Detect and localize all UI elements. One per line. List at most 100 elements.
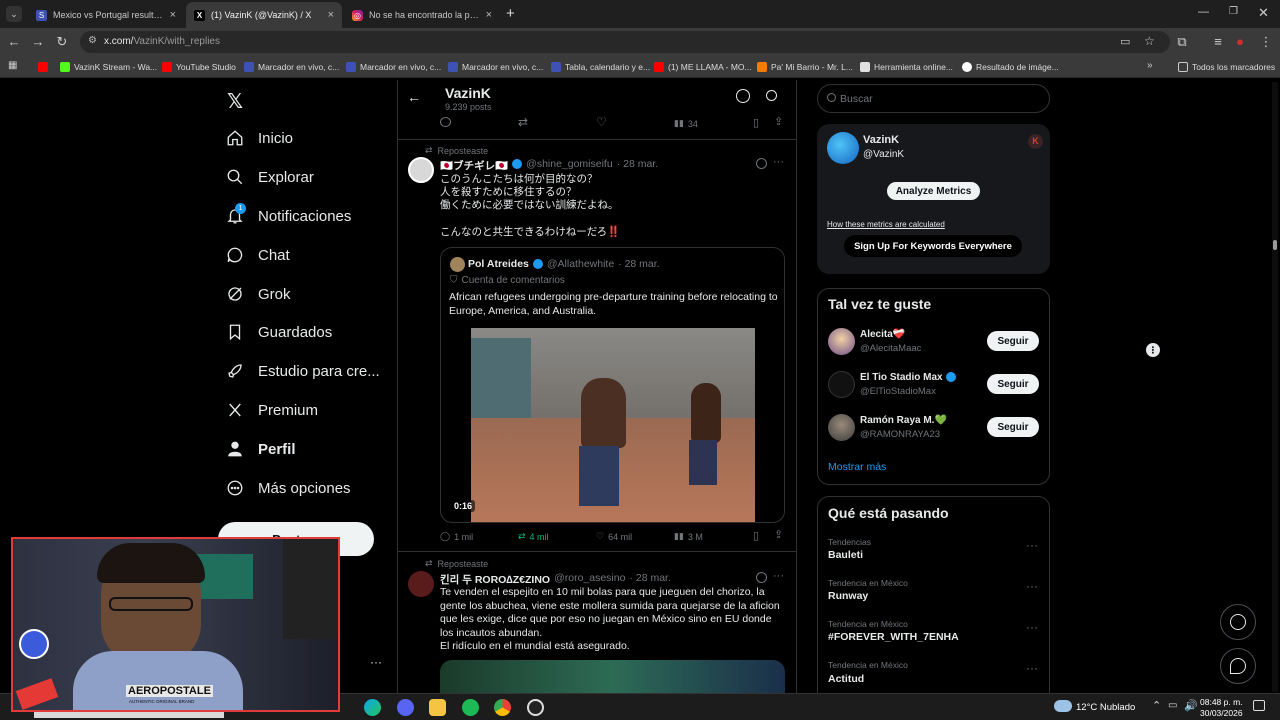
spotify-icon[interactable] — [462, 699, 479, 716]
cast-icon[interactable]: ▭ — [1120, 35, 1130, 48]
close-tab-icon[interactable]: × — [170, 9, 176, 21]
repost-icon[interactable]: ⇄ — [518, 115, 528, 129]
more-options-icon[interactable]: ··· — [1026, 538, 1038, 552]
grok-icon[interactable] — [756, 572, 767, 583]
share-icon[interactable]: ⇪ — [774, 115, 783, 128]
bookmark-item[interactable]: VazinK Stream - Wa... — [60, 60, 157, 74]
chat-float-button[interactable] — [1220, 648, 1256, 684]
author-handle[interactable]: @roro_asesino — [554, 572, 625, 587]
weather-text[interactable]: 12°C Nublado — [1076, 702, 1135, 713]
nav-chat[interactable]: Chat — [226, 246, 290, 264]
bookmark-item[interactable]: Marcador en vivo, c... — [244, 60, 339, 74]
x-logo-icon[interactable]: 𝕏 — [227, 89, 243, 114]
signup-keywords-button[interactable]: Sign Up For Keywords Everywhere — [844, 235, 1022, 257]
follow-button[interactable]: Seguir — [987, 331, 1039, 351]
nav-explorar[interactable]: Explorar — [226, 168, 314, 186]
share-icon[interactable]: ⇪ — [774, 528, 783, 541]
tab-mexico-portugal[interactable]: S Mexico vs Portugal resultados en × — [28, 2, 184, 28]
address-bar[interactable]: ⚙ x.com/VazinK/with_replies ▭ ☆ — [80, 31, 1170, 53]
nav-estudio[interactable]: Estudio para cre... — [226, 362, 380, 380]
bookmark-icon[interactable]: ▯ — [753, 529, 759, 542]
trend-name[interactable]: #FOREVER_WITH_7ENHA — [828, 631, 959, 643]
grok-float-button[interactable] — [1220, 604, 1256, 640]
bookmark-item[interactable]: (1) ME LLAMA - MO... — [654, 60, 752, 74]
avatar[interactable] — [408, 571, 434, 597]
site-info-icon[interactable]: ⚙ — [88, 35, 97, 46]
tab-search-button[interactable]: ⌄ — [6, 6, 22, 22]
network-icon[interactable]: ▭ — [1168, 700, 1177, 711]
more-options-icon[interactable]: ··· — [1026, 620, 1038, 634]
file-explorer-icon[interactable] — [429, 699, 446, 716]
reply-icon[interactable] — [440, 117, 451, 127]
analyze-metrics-button[interactable]: Analyze Metrics — [887, 182, 980, 200]
post-date[interactable]: · 28 mar. — [629, 572, 670, 587]
scrollbar-thumb[interactable] — [1273, 240, 1277, 250]
account-more-icon[interactable]: ··· — [370, 655, 382, 669]
post-date[interactable]: · 28 mar. — [617, 158, 658, 173]
suggestion-name[interactable]: Alecita❤️‍🩹 — [860, 329, 905, 340]
quoted-post[interactable]: Pol Atreides @Allathewhite · 28 mar. ⛉ Cu… — [440, 247, 785, 523]
volume-icon[interactable]: 🔊 — [1184, 699, 1198, 712]
trend-name[interactable]: Runway — [828, 590, 868, 602]
tab-vazink-x[interactable]: X (1) VazinK (@VazinK) / X × — [186, 2, 342, 28]
discord-icon[interactable] — [397, 699, 414, 716]
extension-red-icon[interactable]: ● — [1232, 34, 1248, 50]
more-bookmarks-icon[interactable]: » — [1147, 60, 1153, 71]
avatar[interactable] — [408, 157, 434, 183]
author-name[interactable]: 🇯🇵ブチギレ🇯🇵 — [440, 158, 508, 173]
reload-icon[interactable]: ↻ — [54, 34, 70, 50]
new-tab-button[interactable]: + — [506, 5, 515, 22]
more-options-icon[interactable]: ··· — [1026, 661, 1038, 675]
page-scrollbar[interactable] — [1272, 82, 1278, 692]
clock-time[interactable]: 08:48 p. m. — [1200, 697, 1243, 707]
minimize-window-icon[interactable]: — — [1198, 6, 1209, 18]
nav-premium[interactable]: Premium — [226, 401, 318, 419]
chrome-menu-icon[interactable]: ⋮ — [1258, 34, 1274, 50]
back-arrow-icon[interactable]: ← — [6, 34, 22, 50]
media-controls-icon[interactable]: ≡ — [1210, 34, 1226, 50]
views-count[interactable]: ▮▮ 3 M — [674, 531, 703, 542]
follow-button[interactable]: Seguir — [987, 374, 1039, 394]
apps-grid-icon[interactable]: ▦ — [8, 60, 17, 71]
trend-name[interactable]: Bauleti — [828, 549, 863, 561]
restore-window-icon[interactable]: ❐ — [1229, 6, 1238, 17]
bookmark-item[interactable]: Marcador en vivo, c... — [346, 60, 441, 74]
obs-icon[interactable] — [527, 699, 544, 716]
bookmark-item[interactable]: Marcador en vivo, c... — [448, 60, 543, 74]
search-icon[interactable] — [766, 90, 777, 101]
follow-button[interactable]: Seguir — [987, 417, 1039, 437]
avatar[interactable] — [828, 414, 855, 441]
suggestion-name[interactable]: Ramón Raya M.💚 — [860, 415, 947, 426]
reply-count[interactable]: ◯ 1 mil — [440, 531, 473, 542]
show-more-link[interactable]: Mostrar más — [828, 461, 886, 473]
bookmark-item[interactable]: Herramienta online... — [860, 60, 953, 74]
more-options-icon[interactable]: ··· — [773, 570, 784, 582]
trend-name[interactable]: Actitud — [828, 673, 864, 685]
nav-inicio[interactable]: Inicio — [226, 129, 293, 147]
more-options-icon[interactable]: ··· — [1026, 579, 1038, 593]
like-count[interactable]: ♡ 64 mil — [596, 531, 632, 542]
nav-notificaciones[interactable]: Notificaciones 1 — [226, 203, 351, 225]
bookmark-item[interactable] — [38, 60, 48, 74]
bookmark-icon[interactable]: ▯ — [753, 116, 759, 129]
avatar[interactable] — [828, 328, 855, 355]
like-icon[interactable]: ♡ — [596, 115, 607, 129]
more-options-icon[interactable]: ··· — [773, 156, 784, 168]
repost-count[interactable]: ⇄ 4 mil — [518, 531, 549, 542]
notifications-icon[interactable] — [1253, 700, 1265, 711]
star-icon[interactable]: ☆ — [1144, 34, 1155, 48]
search-input[interactable]: Buscar — [817, 84, 1050, 113]
clock-date[interactable]: 30/03/2026 — [1200, 708, 1243, 718]
tray-chevron-icon[interactable]: ⌃ — [1152, 699, 1161, 712]
extension-info-icon[interactable]: ⋮ — [1146, 343, 1160, 357]
video-player[interactable] — [471, 328, 755, 522]
nav-perfil[interactable]: Perfil — [226, 440, 296, 458]
nav-grok[interactable]: Grok — [226, 285, 291, 303]
edge-icon[interactable] — [364, 699, 381, 716]
nav-mas-opciones[interactable]: Más opciones — [226, 479, 351, 497]
bookmark-item[interactable]: Pa' Mi Barrio - Mr. L... — [757, 60, 853, 74]
extensions-icon[interactable]: ⧉ — [1174, 34, 1190, 50]
grok-icon[interactable] — [736, 89, 750, 103]
bookmark-item[interactable]: Tabla, calendario y e... — [551, 60, 650, 74]
bookmark-item[interactable]: Resultado de imáge... — [962, 60, 1059, 74]
